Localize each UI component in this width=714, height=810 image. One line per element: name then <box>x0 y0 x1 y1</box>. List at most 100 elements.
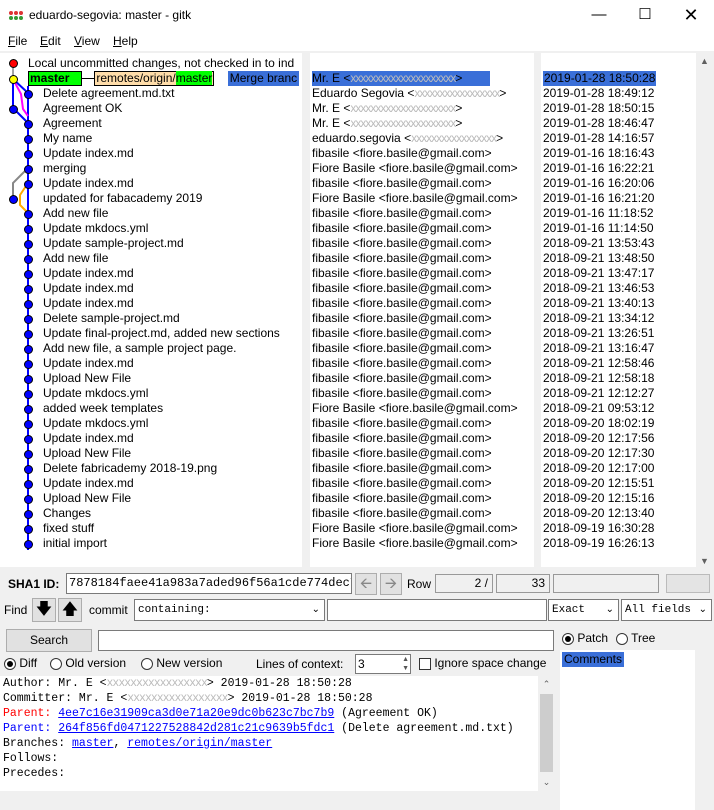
author-cell[interactable]: fibasile <fiore.basile@gmail.com> <box>312 146 492 161</box>
commit-dot[interactable] <box>24 225 33 234</box>
commit-dot[interactable] <box>24 345 33 354</box>
date-cell[interactable]: 2018-09-20 18:02:19 <box>543 416 654 431</box>
commit-dot[interactable] <box>24 510 33 519</box>
local-changes-dot[interactable] <box>9 59 18 68</box>
forward-arrow-icon[interactable]: 🡪 <box>380 573 402 595</box>
commit-details-pane[interactable]: Author: Mr. E <xxxxxxxxxxxxxxxxx> 2019-0… <box>0 676 538 791</box>
context-spinbox[interactable]: 3 ▲ ▼ <box>355 654 411 674</box>
author-cell[interactable]: fibasile <fiore.basile@gmail.com> <box>312 371 492 386</box>
commit-subject[interactable]: Update index.md <box>43 266 134 281</box>
date-cell[interactable]: 2018-09-21 13:34:12 <box>543 311 654 326</box>
date-cell[interactable]: 2018-09-21 13:46:53 <box>543 281 654 296</box>
author-cell[interactable]: fibasile <fiore.basile@gmail.com> <box>312 341 492 356</box>
ignore-space-checkbox[interactable]: Ignore space change <box>419 656 549 670</box>
commit-subject[interactable]: Update mkdocs.yml <box>43 416 148 431</box>
author-cell[interactable]: fibasile <fiore.basile@gmail.com> <box>312 251 492 266</box>
commit-dot[interactable] <box>24 90 33 99</box>
commit-dot[interactable] <box>24 480 33 489</box>
local-changes-row[interactable]: Local uncommitted changes, not checked i… <box>28 56 294 71</box>
date-cell[interactable]: 2018-09-21 12:12:27 <box>543 386 654 401</box>
date-cell[interactable]: 2019-01-16 11:18:52 <box>543 206 654 221</box>
commit-subject[interactable]: Add new file <box>43 206 108 221</box>
commit-subject[interactable]: Update index.md <box>43 146 134 161</box>
date-cell[interactable]: 2018-09-21 13:26:51 <box>543 326 654 341</box>
commit-dot[interactable] <box>24 240 33 249</box>
maximize-button[interactable]: ☐ <box>622 0 668 31</box>
head-commit-subject[interactable]: Merge branc <box>227 71 300 86</box>
menu-file[interactable]: File <box>8 34 27 48</box>
commit-subject[interactable]: Upload New File <box>43 371 131 386</box>
author-cell[interactable]: Fiore Basile <fiore.basile@gmail.com> <box>312 191 518 206</box>
commit-subject[interactable]: Update index.md <box>43 431 134 446</box>
commit-graph-pane[interactable]: Local uncommitted changes, not checked i… <box>0 53 302 567</box>
commit-subject[interactable]: Update index.md <box>43 296 134 311</box>
scroll-up-arrow-icon[interactable]: ▲ <box>696 53 713 70</box>
author-cell[interactable]: fibasile <fiore.basile@gmail.com> <box>312 461 492 476</box>
search-input[interactable] <box>98 630 554 651</box>
menu-view[interactable]: View <box>74 34 100 48</box>
date-cell[interactable]: 2018-09-21 13:40:13 <box>543 296 654 311</box>
commit-dot[interactable] <box>24 120 33 129</box>
commit-dot[interactable] <box>24 210 33 219</box>
commit-dot[interactable] <box>24 180 33 189</box>
commit-dot[interactable] <box>9 195 18 204</box>
comments-item[interactable]: Comments <box>562 652 625 667</box>
commit-dot[interactable] <box>24 405 33 414</box>
author-cell[interactable]: Mr. E <xxxxxxxxxxxxxxxxxxxxx> <box>312 116 462 131</box>
author-cell[interactable]: fibasile <fiore.basile@gmail.com> <box>312 476 492 491</box>
find-input[interactable] <box>327 599 547 621</box>
commit-subject[interactable]: Add new file <box>43 251 108 266</box>
commit-dot[interactable] <box>24 525 33 534</box>
commit-dot[interactable] <box>24 540 33 549</box>
commit-dot[interactable] <box>24 495 33 504</box>
commit-subject[interactable]: Update index.md <box>43 476 134 491</box>
author-cell[interactable]: Fiore Basile <fiore.basile@gmail.com> <box>312 401 518 416</box>
author-cell[interactable]: fibasile <fiore.basile@gmail.com> <box>312 236 492 251</box>
find-fields-select[interactable]: All fields ⌄ <box>621 599 712 621</box>
commit-subject[interactable]: Add new file, a sample project page. <box>43 341 236 356</box>
author-cell[interactable]: fibasile <fiore.basile@gmail.com> <box>312 491 492 506</box>
diff-radio[interactable]: Diff <box>4 656 37 670</box>
commit-dot[interactable] <box>24 255 33 264</box>
commit-dot[interactable] <box>24 300 33 309</box>
date-cell[interactable]: 2018-09-20 12:17:30 <box>543 446 654 461</box>
commit-dot[interactable] <box>9 75 18 84</box>
author-cell[interactable]: fibasile <fiore.basile@gmail.com> <box>312 206 492 221</box>
file-list-scrollbar[interactable] <box>696 650 713 810</box>
author-cell[interactable]: Fiore Basile <fiore.basile@gmail.com> <box>312 521 518 536</box>
commit-subject[interactable]: updated for fabacademy 2019 <box>43 191 202 206</box>
search-button[interactable]: Search <box>6 629 92 652</box>
file-list-pane[interactable]: Comments <box>560 650 695 810</box>
find-match-select[interactable]: Exact ⌄ <box>548 599 619 621</box>
date-cell[interactable]: 2019-01-28 18:49:12 <box>543 86 654 101</box>
commit-subject[interactable]: Update index.md <box>43 176 134 191</box>
commit-subject[interactable]: My name <box>43 131 92 146</box>
author-cell[interactable]: fibasile <fiore.basile@gmail.com> <box>312 311 492 326</box>
scroll-up-arrow-icon[interactable]: ⌃ <box>538 676 555 693</box>
date-cell[interactable]: 2018-09-20 12:13:40 <box>543 506 654 521</box>
date-cell[interactable]: 2019-01-28 18:46:47 <box>543 116 654 131</box>
commit-subject[interactable]: Changes <box>43 506 91 521</box>
date-cell[interactable]: 2018-09-21 09:53:12 <box>543 401 654 416</box>
find-type-select[interactable]: containing: ⌄ <box>134 599 325 621</box>
commit-subject[interactable]: Delete fabricademy 2018-19.png <box>43 461 217 476</box>
ref-master-label[interactable]: master <box>28 71 83 86</box>
commit-dot[interactable] <box>9 105 18 114</box>
commit-dot[interactable] <box>24 465 33 474</box>
date-cell[interactable]: 2018-09-19 16:30:28 <box>543 521 654 536</box>
date-cell[interactable]: 2018-09-20 12:15:51 <box>543 476 654 491</box>
commit-list-scrollbar[interactable]: ▲ ▼ <box>696 53 714 567</box>
date-cell[interactable]: 2019-01-28 18:50:28 <box>543 71 657 86</box>
date-cell[interactable]: 2019-01-28 14:16:57 <box>543 131 654 146</box>
date-cell[interactable]: 2018-09-21 13:48:50 <box>543 251 654 266</box>
menu-help[interactable]: Help <box>113 34 138 48</box>
commit-dot[interactable] <box>24 450 33 459</box>
author-cell[interactable]: fibasile <fiore.basile@gmail.com> <box>312 446 492 461</box>
commit-dot[interactable] <box>24 375 33 384</box>
author-cell[interactable]: fibasile <fiore.basile@gmail.com> <box>312 326 492 341</box>
author-cell[interactable]: Mr. E <xxxxxxxxxxxxxxxxxxxxx> <box>312 71 490 86</box>
branch-remote-master-link[interactable]: remotes/origin/master <box>127 737 272 750</box>
author-cell[interactable]: fibasile <fiore.basile@gmail.com> <box>312 386 492 401</box>
sha1-input[interactable]: 7878184faee41a983a7aded96f56a1cde774dec7 <box>66 573 352 594</box>
commit-dot[interactable] <box>24 360 33 369</box>
